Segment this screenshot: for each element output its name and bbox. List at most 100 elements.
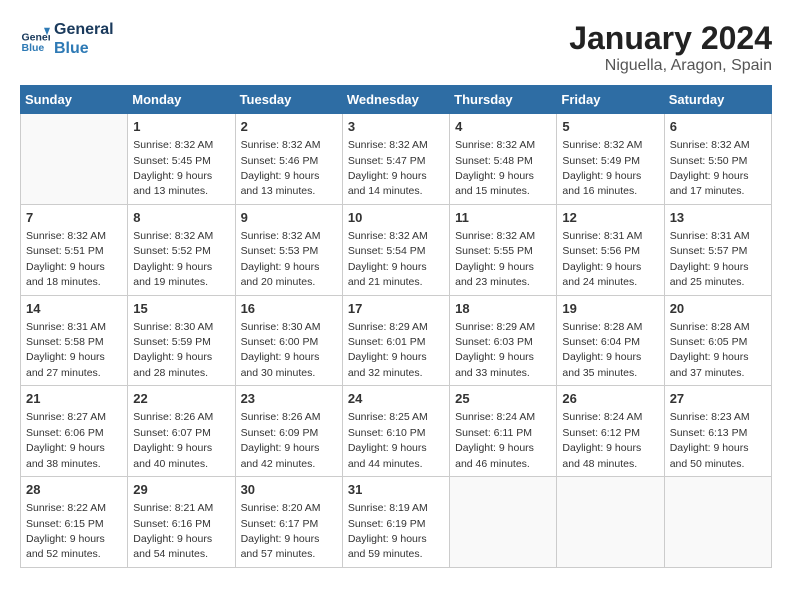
day-info: Sunrise: 8:28 AMSunset: 6:05 PMDaylight:…	[670, 321, 750, 379]
weekday-header-cell: Sunday	[21, 86, 128, 114]
day-number: 26	[562, 390, 658, 408]
calendar-day-cell: 20 Sunrise: 8:28 AMSunset: 6:05 PMDayligh…	[664, 295, 771, 386]
logo-line2: Blue	[54, 39, 114, 58]
day-number: 29	[133, 481, 229, 499]
day-number: 21	[26, 390, 122, 408]
calendar-day-cell: 8 Sunrise: 8:32 AMSunset: 5:52 PMDaylight…	[128, 204, 235, 295]
calendar-day-cell: 19 Sunrise: 8:28 AMSunset: 6:04 PMDayligh…	[557, 295, 664, 386]
day-info: Sunrise: 8:32 AMSunset: 5:47 PMDaylight:…	[348, 139, 428, 197]
calendar-day-cell: 13 Sunrise: 8:31 AMSunset: 5:57 PMDayligh…	[664, 204, 771, 295]
calendar-day-cell: 22 Sunrise: 8:26 AMSunset: 6:07 PMDayligh…	[128, 386, 235, 477]
calendar-day-cell: 26Sunrise: 8:24 AMSunset: 6:12 PMDayligh…	[557, 386, 664, 477]
weekday-header-cell: Tuesday	[235, 86, 342, 114]
day-info: Sunrise: 8:21 AMSunset: 6:16 PMDaylight:…	[133, 502, 213, 560]
calendar-day-cell: 2 Sunrise: 8:32 AMSunset: 5:46 PMDaylight…	[235, 114, 342, 205]
day-number: 23	[241, 390, 337, 408]
day-number: 25	[455, 390, 551, 408]
day-number: 18	[455, 300, 551, 318]
day-number: 28	[26, 481, 122, 499]
calendar-day-cell: 10Sunrise: 8:32 AMSunset: 5:54 PMDayligh…	[342, 204, 449, 295]
calendar-day-cell	[557, 477, 664, 568]
day-info: Sunrise: 8:32 AMSunset: 5:53 PMDaylight:…	[241, 230, 321, 288]
day-number: 27	[670, 390, 766, 408]
day-number: 19	[562, 300, 658, 318]
day-info: Sunrise: 8:30 AMSunset: 5:59 PMDaylight:…	[133, 321, 213, 379]
location-title: Niguella, Aragon, Spain	[569, 57, 772, 75]
day-number: 31	[348, 481, 444, 499]
calendar-day-cell: 31Sunrise: 8:19 AMSunset: 6:19 PMDayligh…	[342, 477, 449, 568]
day-info: Sunrise: 8:28 AMSunset: 6:04 PMDaylight:…	[562, 321, 642, 379]
logo-icon: General Blue	[20, 24, 50, 54]
calendar-day-cell: 12Sunrise: 8:31 AMSunset: 5:56 PMDayligh…	[557, 204, 664, 295]
calendar-day-cell: 21 Sunrise: 8:27 AMSunset: 6:06 PMDayligh…	[21, 386, 128, 477]
day-info: Sunrise: 8:31 AMSunset: 5:56 PMDaylight:…	[562, 230, 642, 288]
calendar-day-cell: 29 Sunrise: 8:21 AMSunset: 6:16 PMDayligh…	[128, 477, 235, 568]
calendar-day-cell	[450, 477, 557, 568]
day-info: Sunrise: 8:27 AMSunset: 6:06 PMDaylight:…	[26, 411, 106, 469]
calendar-week-row: 21 Sunrise: 8:27 AMSunset: 6:06 PMDayligh…	[21, 386, 772, 477]
calendar-day-cell: 6 Sunrise: 8:32 AMSunset: 5:50 PMDaylight…	[664, 114, 771, 205]
day-number: 22	[133, 390, 229, 408]
day-number: 24	[348, 390, 444, 408]
day-info: Sunrise: 8:25 AMSunset: 6:10 PMDaylight:…	[348, 411, 428, 469]
calendar-day-cell: 4Sunrise: 8:32 AMSunset: 5:48 PMDaylight…	[450, 114, 557, 205]
calendar-day-cell: 28Sunrise: 8:22 AMSunset: 6:15 PMDayligh…	[21, 477, 128, 568]
day-number: 3	[348, 118, 444, 136]
weekday-header-cell: Saturday	[664, 86, 771, 114]
calendar-day-cell: 27 Sunrise: 8:23 AMSunset: 6:13 PMDayligh…	[664, 386, 771, 477]
calendar-day-cell: 3 Sunrise: 8:32 AMSunset: 5:47 PMDaylight…	[342, 114, 449, 205]
day-info: Sunrise: 8:20 AMSunset: 6:17 PMDaylight:…	[241, 502, 321, 560]
day-number: 30	[241, 481, 337, 499]
day-number: 7	[26, 209, 122, 227]
day-info: Sunrise: 8:32 AMSunset: 5:49 PMDaylight:…	[562, 139, 642, 197]
day-info: Sunrise: 8:32 AMSunset: 5:51 PMDaylight:…	[26, 230, 106, 288]
day-info: Sunrise: 8:24 AMSunset: 6:11 PMDaylight:…	[455, 411, 535, 469]
day-number: 4	[455, 118, 551, 136]
day-number: 10	[348, 209, 444, 227]
calendar-day-cell: 11Sunrise: 8:32 AMSunset: 5:55 PMDayligh…	[450, 204, 557, 295]
calendar-day-cell: 5 Sunrise: 8:32 AMSunset: 5:49 PMDaylight…	[557, 114, 664, 205]
calendar-day-cell	[664, 477, 771, 568]
day-info: Sunrise: 8:31 AMSunset: 5:58 PMDaylight:…	[26, 321, 106, 379]
calendar-day-cell	[21, 114, 128, 205]
day-number: 5	[562, 118, 658, 136]
day-number: 13	[670, 209, 766, 227]
day-number: 15	[133, 300, 229, 318]
day-info: Sunrise: 8:32 AMSunset: 5:50 PMDaylight:…	[670, 139, 750, 197]
calendar-day-cell: 25 Sunrise: 8:24 AMSunset: 6:11 PMDayligh…	[450, 386, 557, 477]
calendar-day-cell: 17 Sunrise: 8:29 AMSunset: 6:01 PMDayligh…	[342, 295, 449, 386]
calendar-day-cell: 1Sunrise: 8:32 AMSunset: 5:45 PMDaylight…	[128, 114, 235, 205]
day-number: 9	[241, 209, 337, 227]
calendar-day-cell: 30 Sunrise: 8:20 AMSunset: 6:17 PMDayligh…	[235, 477, 342, 568]
day-info: Sunrise: 8:31 AMSunset: 5:57 PMDaylight:…	[670, 230, 750, 288]
calendar-day-cell: 14Sunrise: 8:31 AMSunset: 5:58 PMDayligh…	[21, 295, 128, 386]
day-info: Sunrise: 8:29 AMSunset: 6:01 PMDaylight:…	[348, 321, 428, 379]
day-info: Sunrise: 8:29 AMSunset: 6:03 PMDaylight:…	[455, 321, 535, 379]
day-number: 11	[455, 209, 551, 227]
calendar-day-cell: 18 Sunrise: 8:29 AMSunset: 6:03 PMDayligh…	[450, 295, 557, 386]
day-number: 8	[133, 209, 229, 227]
calendar-day-cell: 7 Sunrise: 8:32 AMSunset: 5:51 PMDaylight…	[21, 204, 128, 295]
day-number: 16	[241, 300, 337, 318]
calendar-day-cell: 16Sunrise: 8:30 AMSunset: 6:00 PMDayligh…	[235, 295, 342, 386]
calendar-day-cell: 15 Sunrise: 8:30 AMSunset: 5:59 PMDayligh…	[128, 295, 235, 386]
calendar-body: 1Sunrise: 8:32 AMSunset: 5:45 PMDaylight…	[21, 114, 772, 568]
weekday-header-cell: Thursday	[450, 86, 557, 114]
day-info: Sunrise: 8:26 AMSunset: 6:07 PMDaylight:…	[133, 411, 213, 469]
day-number: 17	[348, 300, 444, 318]
day-number: 6	[670, 118, 766, 136]
calendar-day-cell: 24 Sunrise: 8:25 AMSunset: 6:10 PMDayligh…	[342, 386, 449, 477]
day-info: Sunrise: 8:23 AMSunset: 6:13 PMDaylight:…	[670, 411, 750, 469]
calendar-week-row: 1Sunrise: 8:32 AMSunset: 5:45 PMDaylight…	[21, 114, 772, 205]
title-block: January 2024 Niguella, Aragon, Spain	[569, 20, 772, 75]
day-number: 2	[241, 118, 337, 136]
calendar-week-row: 7 Sunrise: 8:32 AMSunset: 5:51 PMDaylight…	[21, 204, 772, 295]
weekday-header-cell: Friday	[557, 86, 664, 114]
day-info: Sunrise: 8:32 AMSunset: 5:52 PMDaylight:…	[133, 230, 213, 288]
weekday-header-cell: Wednesday	[342, 86, 449, 114]
weekday-header-cell: Monday	[128, 86, 235, 114]
calendar-table: SundayMondayTuesdayWednesdayThursdayFrid…	[20, 85, 772, 568]
day-info: Sunrise: 8:32 AMSunset: 5:46 PMDaylight:…	[241, 139, 321, 197]
day-number: 20	[670, 300, 766, 318]
logo-line1: General	[54, 20, 114, 39]
